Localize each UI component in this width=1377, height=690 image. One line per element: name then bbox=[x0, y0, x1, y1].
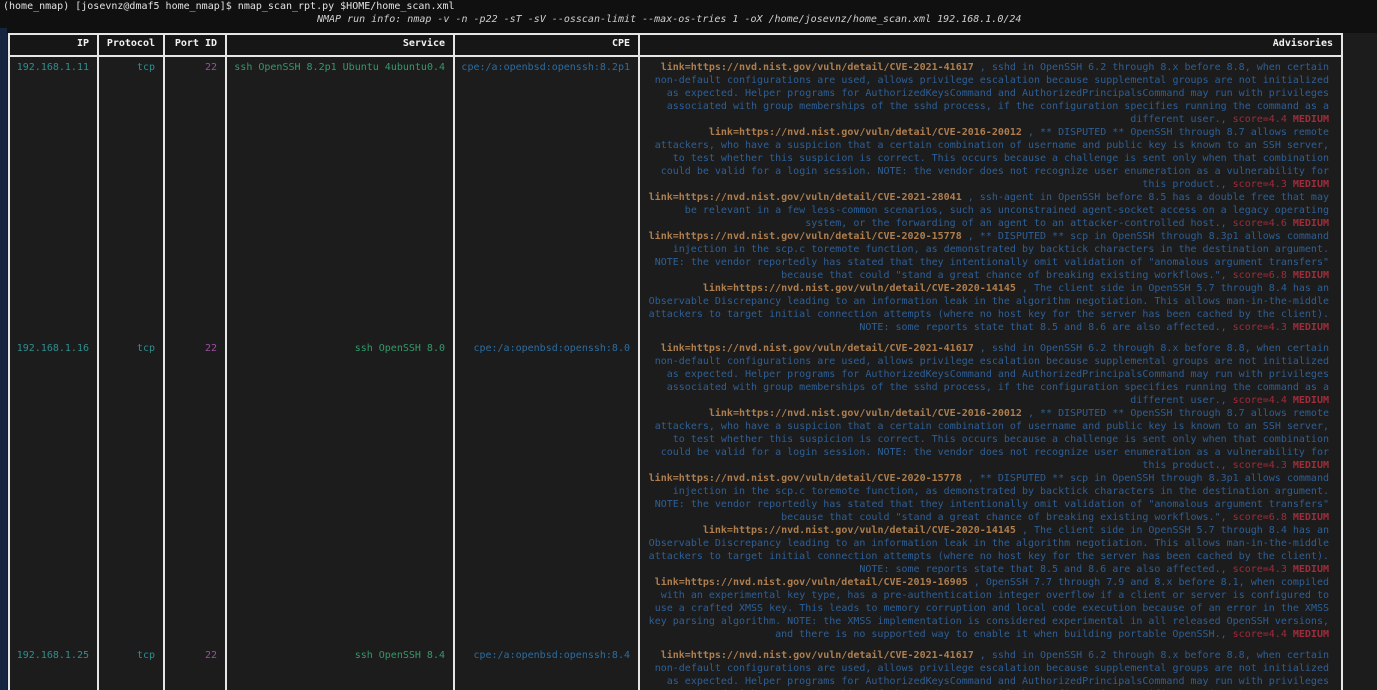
advisory-severity-badge: MEDIUM bbox=[1293, 270, 1329, 281]
advisory-severity-badge: MEDIUM bbox=[1293, 629, 1329, 640]
column-header-cpe: CPE bbox=[455, 35, 640, 55]
cve-link[interactable]: link=https://nvd.nist.gov/vuln/detail/CV… bbox=[703, 525, 1016, 536]
cell-ip: 192.168.1.11 bbox=[10, 57, 99, 338]
cell-advisories: link=https://nvd.nist.gov/vuln/detail/CV… bbox=[640, 57, 1343, 338]
column-header-ip: IP bbox=[10, 35, 99, 55]
nmap-run-info-line: NMAP run info: nmap -v -n -p22 -sT -sV -… bbox=[317, 14, 1021, 25]
table-row: 192.168.1.25 tcp 22 ssh OpenSSH 8.4 cpe:… bbox=[8, 645, 1343, 690]
table-body: 192.168.1.11 tcp 22 ssh OpenSSH 8.2p1 Ub… bbox=[8, 57, 1343, 690]
cve-link[interactable]: link=https://nvd.nist.gov/vuln/detail/CV… bbox=[661, 62, 974, 73]
cell-service: ssh OpenSSH 8.2p1 Ubuntu 4ubuntu0.4 bbox=[227, 57, 455, 338]
advisory-score: score=4.6 bbox=[1233, 218, 1287, 229]
cell-port-id: 22 bbox=[165, 338, 227, 645]
advisory-severity-badge: MEDIUM bbox=[1293, 322, 1329, 333]
advisory-severity-badge: MEDIUM bbox=[1293, 114, 1329, 125]
column-header-advisories: Advisories bbox=[640, 35, 1343, 55]
advisory-entry: link=https://nvd.nist.gov/vuln/detail/CV… bbox=[648, 524, 1329, 576]
table-row: 192.168.1.11 tcp 22 ssh OpenSSH 8.2p1 Ub… bbox=[8, 57, 1343, 338]
advisory-score: score=4.3 bbox=[1233, 564, 1287, 575]
cve-link[interactable]: link=https://nvd.nist.gov/vuln/detail/CV… bbox=[703, 283, 1016, 294]
advisory-score: score=4.3 bbox=[1233, 460, 1287, 471]
table-header: IPProtocolPort IDServiceCPEAdvisories bbox=[8, 33, 1343, 57]
cve-link[interactable]: link=https://nvd.nist.gov/vuln/detail/CV… bbox=[655, 577, 968, 588]
cell-advisories: link=https://nvd.nist.gov/vuln/detail/CV… bbox=[640, 338, 1343, 645]
cve-link[interactable]: link=https://nvd.nist.gov/vuln/detail/CV… bbox=[649, 231, 962, 242]
cell-port-id: 22 bbox=[165, 57, 227, 338]
advisory-severity-badge: MEDIUM bbox=[1293, 179, 1329, 190]
advisory-score: score=4.4 bbox=[1233, 114, 1287, 125]
column-header-port-id: Port ID bbox=[165, 35, 227, 55]
advisory-entry: link=https://nvd.nist.gov/vuln/detail/CV… bbox=[648, 282, 1329, 334]
advisory-entry: link=https://nvd.nist.gov/vuln/detail/CV… bbox=[648, 126, 1329, 191]
cell-port-id: 22 bbox=[165, 645, 227, 690]
cell-cpe: cpe:/a:openbsd:openssh:8.0 bbox=[455, 338, 640, 645]
cell-ip: 192.168.1.25 bbox=[10, 645, 99, 690]
cell-service: ssh OpenSSH 8.0 bbox=[227, 338, 455, 645]
advisory-score: score=4.4 bbox=[1233, 629, 1287, 640]
cell-protocol: tcp bbox=[99, 57, 165, 338]
cve-link[interactable]: link=https://nvd.nist.gov/vuln/detail/CV… bbox=[661, 343, 974, 354]
advisory-entry: link=https://nvd.nist.gov/vuln/detail/CV… bbox=[648, 472, 1329, 524]
cve-link[interactable]: link=https://nvd.nist.gov/vuln/detail/CV… bbox=[709, 408, 1022, 419]
cve-link[interactable]: link=https://nvd.nist.gov/vuln/detail/CV… bbox=[649, 473, 962, 484]
advisory-score: score=6.8 bbox=[1233, 270, 1287, 281]
column-header-service: Service bbox=[227, 35, 455, 55]
advisory-severity-badge: MEDIUM bbox=[1293, 218, 1329, 229]
cve-link[interactable]: link=https://nvd.nist.gov/vuln/detail/CV… bbox=[661, 650, 974, 661]
advisory-entry: link=https://nvd.nist.gov/vuln/detail/CV… bbox=[648, 230, 1329, 282]
cve-link[interactable]: link=https://nvd.nist.gov/vuln/detail/CV… bbox=[649, 192, 962, 203]
advisory-entry: link=https://nvd.nist.gov/vuln/detail/CV… bbox=[648, 407, 1329, 472]
cell-ip: 192.168.1.16 bbox=[10, 338, 99, 645]
advisory-entry: link=https://nvd.nist.gov/vuln/detail/CV… bbox=[648, 649, 1329, 690]
advisory-entry: link=https://nvd.nist.gov/vuln/detail/CV… bbox=[648, 61, 1329, 126]
advisory-severity-badge: MEDIUM bbox=[1293, 564, 1329, 575]
desktop-edge-stripe bbox=[0, 28, 7, 690]
advisory-severity-badge: MEDIUM bbox=[1293, 460, 1329, 471]
shell-prompt-line: (home_nmap) [josevnz@dmaf5 home_nmap]$ n… bbox=[3, 1, 455, 12]
cell-protocol: tcp bbox=[99, 338, 165, 645]
advisory-severity-badge: MEDIUM bbox=[1293, 395, 1329, 406]
advisory-score: score=4.3 bbox=[1233, 322, 1287, 333]
cell-cpe: cpe:/a:openbsd:openssh:8.2p1 bbox=[455, 57, 640, 338]
cve-link[interactable]: link=https://nvd.nist.gov/vuln/detail/CV… bbox=[709, 127, 1022, 138]
advisory-score: score=4.4 bbox=[1233, 395, 1287, 406]
cell-cpe: cpe:/a:openbsd:openssh:8.4 bbox=[455, 645, 640, 690]
table-row: 192.168.1.16 tcp 22 ssh OpenSSH 8.0 cpe:… bbox=[8, 338, 1343, 645]
terminal-top-bar: (home_nmap) [josevnz@dmaf5 home_nmap]$ n… bbox=[0, 0, 1377, 33]
advisory-entry: link=https://nvd.nist.gov/vuln/detail/CV… bbox=[648, 342, 1329, 407]
column-header-protocol: Protocol bbox=[99, 35, 165, 55]
advisory-entry: link=https://nvd.nist.gov/vuln/detail/CV… bbox=[648, 191, 1329, 230]
nmap-report-table: IPProtocolPort IDServiceCPEAdvisories 19… bbox=[8, 33, 1343, 690]
advisory-score: score=6.8 bbox=[1233, 512, 1287, 523]
cell-service: ssh OpenSSH 8.4 bbox=[227, 645, 455, 690]
advisory-severity-badge: MEDIUM bbox=[1293, 512, 1329, 523]
advisory-entry: link=https://nvd.nist.gov/vuln/detail/CV… bbox=[648, 576, 1329, 641]
advisory-score: score=4.3 bbox=[1233, 179, 1287, 190]
cell-advisories: link=https://nvd.nist.gov/vuln/detail/CV… bbox=[640, 645, 1343, 690]
cell-protocol: tcp bbox=[99, 645, 165, 690]
